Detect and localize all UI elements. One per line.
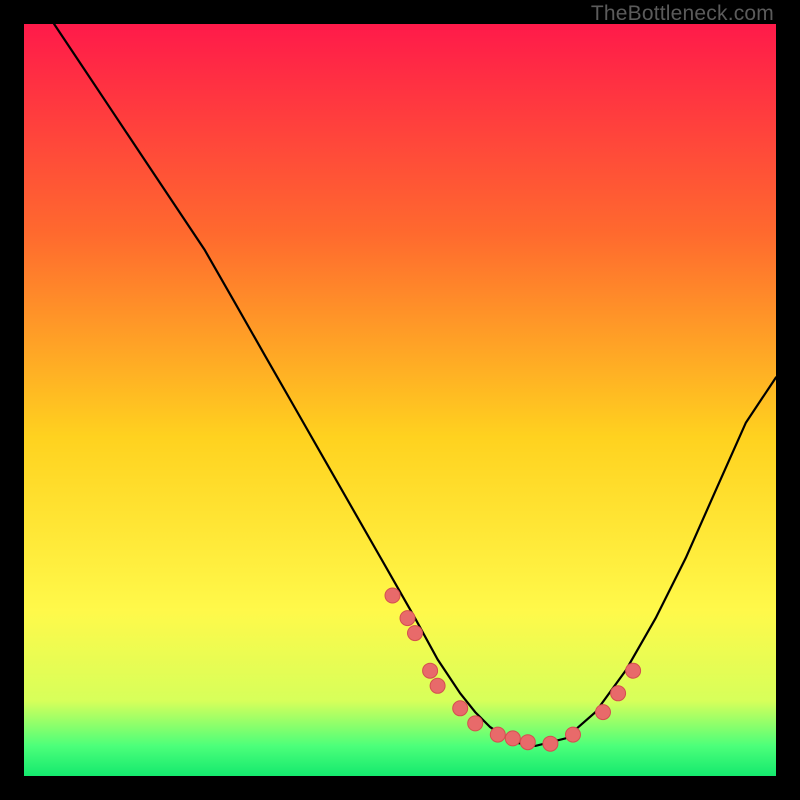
data-marker [400,611,415,626]
data-marker [453,701,468,716]
data-marker [423,663,438,678]
chart-frame [24,24,776,776]
data-marker [468,716,483,731]
gradient-background [24,24,776,776]
data-marker [543,736,558,751]
data-marker [490,727,505,742]
data-marker [385,588,400,603]
data-marker [408,626,423,641]
data-marker [520,735,535,750]
data-marker [505,731,520,746]
watermark-text: TheBottleneck.com [591,2,774,26]
data-marker [430,678,445,693]
data-marker [596,705,611,720]
bottleneck-chart [24,24,776,776]
data-marker [566,727,581,742]
data-marker [626,663,641,678]
data-marker [611,686,626,701]
